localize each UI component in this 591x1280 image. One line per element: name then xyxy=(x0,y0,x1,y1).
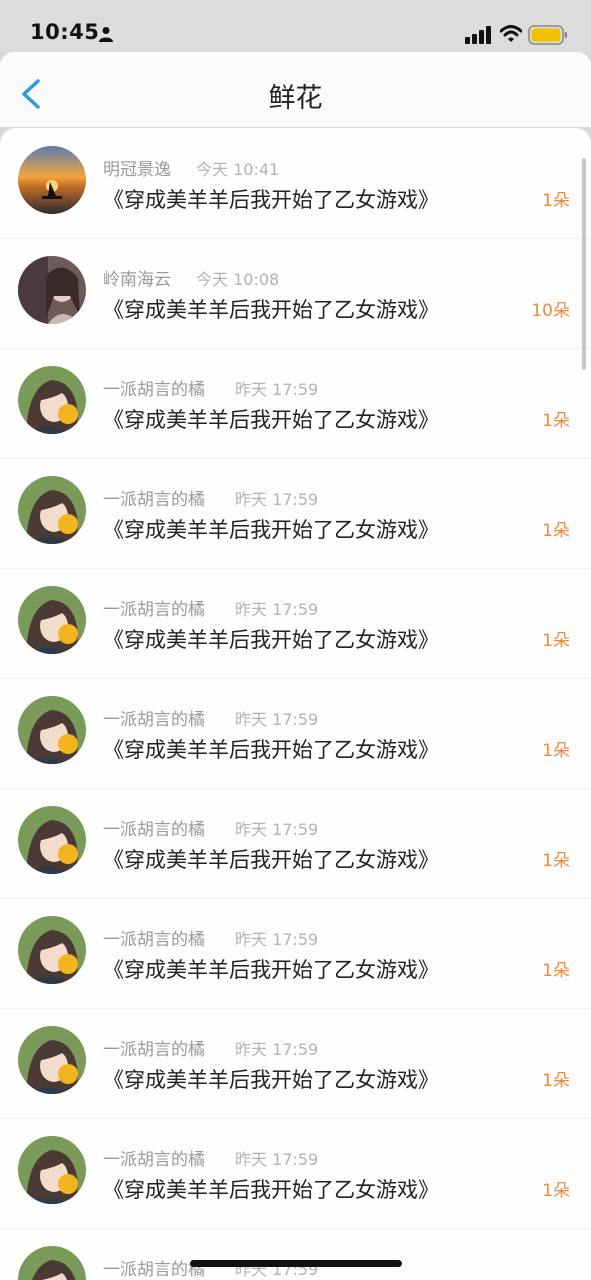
list-item[interactable]: 一派胡言的橘 昨天 17:59 《穿成美羊羊后我开始了乙女游戏》 1朵 xyxy=(0,568,591,679)
avatar[interactable] xyxy=(18,1026,86,1094)
book-title[interactable]: 《穿成美羊羊后我开始了乙女游戏》 xyxy=(103,294,439,324)
user-name[interactable]: 一派胡言的橘 xyxy=(103,1145,205,1170)
book-title[interactable]: 《穿成美羊羊后我开始了乙女游戏》 xyxy=(103,514,439,544)
avatar[interactable] xyxy=(18,1136,86,1204)
list-item[interactable]: 一派胡言的橘 昨天 17:59 《穿成美羊羊后我开始了乙女游戏》 1朵 xyxy=(0,788,591,899)
anime-girl-orange-avatar-icon xyxy=(18,1026,86,1094)
timestamp: 昨天 17:59 xyxy=(235,1150,319,1169)
anime-girl-orange-avatar-icon xyxy=(18,1136,86,1204)
user-name[interactable]: 一派胡言的橘 xyxy=(103,705,205,730)
timestamp: 今天 10:08 xyxy=(196,270,280,289)
timestamp: 昨天 17:59 xyxy=(235,1040,319,1059)
battery-icon xyxy=(528,25,567,45)
book-title[interactable]: 《穿成美羊羊后我开始了乙女游戏》 xyxy=(103,624,439,654)
timestamp: 昨天 17:59 xyxy=(235,710,319,729)
user-name[interactable]: 明冠景逸 xyxy=(103,155,171,180)
scrollbar[interactable] xyxy=(582,158,586,370)
avatar[interactable] xyxy=(18,1246,86,1280)
status-time: 10:45 xyxy=(30,20,100,44)
avatar[interactable] xyxy=(18,696,86,764)
anime-girl-orange-avatar-icon xyxy=(18,366,86,434)
anime-girl-orange-avatar-icon xyxy=(18,1246,86,1280)
list-item[interactable]: 岭南海云 今天 10:08 《穿成美羊羊后我开始了乙女游戏》 10朵 xyxy=(0,238,591,349)
anime-girl-orange-avatar-icon xyxy=(18,806,86,874)
avatar[interactable] xyxy=(18,366,86,434)
timestamp: 昨天 17:59 xyxy=(235,930,319,949)
book-title[interactable]: 《穿成美羊羊后我开始了乙女游戏》 xyxy=(103,1064,439,1094)
list-item[interactable]: 一派胡言的橘 昨天 17:59 《穿成美羊羊后我开始了乙女游戏》 1朵 xyxy=(0,1008,591,1119)
person-icon xyxy=(99,27,113,42)
list-item[interactable]: 一派胡言的橘 昨天 17:59 《穿成美羊羊后我开始了乙女游戏》 1朵 xyxy=(0,898,591,1009)
flower-count: 10朵 xyxy=(531,301,570,321)
flower-list[interactable]: 明冠景逸 今天 10:41 《穿成美羊羊后我开始了乙女游戏》 1朵 岭南海云 今… xyxy=(0,128,591,1280)
portrait-girl-avatar-icon xyxy=(18,256,86,324)
avatar[interactable] xyxy=(18,586,86,654)
timestamp: 昨天 17:59 xyxy=(235,380,319,399)
avatar[interactable] xyxy=(18,916,86,984)
avatar[interactable] xyxy=(18,806,86,874)
flower-count: 1朵 xyxy=(542,631,570,651)
anime-girl-orange-avatar-icon xyxy=(18,476,86,544)
list-item[interactable]: 一派胡言的橘 昨天 17:59 xyxy=(0,1228,591,1280)
list-item[interactable]: 一派胡言的橘 昨天 17:59 《穿成美羊羊后我开始了乙女游戏》 1朵 xyxy=(0,458,591,569)
list-item[interactable]: 一派胡言的橘 昨天 17:59 《穿成美羊羊后我开始了乙女游戏》 1朵 xyxy=(0,348,591,459)
anime-girl-orange-avatar-icon xyxy=(18,586,86,654)
timestamp: 昨天 17:59 xyxy=(235,490,319,509)
avatar[interactable] xyxy=(18,256,86,324)
anime-girl-orange-avatar-icon xyxy=(18,916,86,984)
book-title[interactable]: 《穿成美羊羊后我开始了乙女游戏》 xyxy=(103,954,439,984)
user-name[interactable]: 一派胡言的橘 xyxy=(103,925,205,950)
list-item[interactable]: 一派胡言的橘 昨天 17:59 《穿成美羊羊后我开始了乙女游戏》 1朵 xyxy=(0,1118,591,1229)
signal-icon xyxy=(465,26,491,44)
flower-count: 1朵 xyxy=(542,191,570,211)
list-item[interactable]: 明冠景逸 今天 10:41 《穿成美羊羊后我开始了乙女游戏》 1朵 xyxy=(0,128,591,239)
timestamp: 昨天 17:59 xyxy=(235,820,319,839)
flower-count: 1朵 xyxy=(542,411,570,431)
user-name[interactable]: 一派胡言的橘 xyxy=(103,815,205,840)
user-name[interactable]: 一派胡言的橘 xyxy=(103,485,205,510)
book-title[interactable]: 《穿成美羊羊后我开始了乙女游戏》 xyxy=(103,1174,439,1204)
book-title[interactable]: 《穿成美羊羊后我开始了乙女游戏》 xyxy=(103,734,439,764)
home-indicator[interactable] xyxy=(190,1260,402,1267)
user-name[interactable]: 一派胡言的橘 xyxy=(103,375,205,400)
book-title[interactable]: 《穿成美羊羊后我开始了乙女游戏》 xyxy=(103,184,439,214)
user-name[interactable]: 一派胡言的橘 xyxy=(103,1035,205,1060)
user-name[interactable]: 一派胡言的橘 xyxy=(103,595,205,620)
book-title[interactable]: 《穿成美羊羊后我开始了乙女游戏》 xyxy=(103,844,439,874)
timestamp: 今天 10:41 xyxy=(196,160,280,179)
flower-count: 1朵 xyxy=(542,961,570,981)
book-title[interactable]: 《穿成美羊羊后我开始了乙女游戏》 xyxy=(103,404,439,434)
sunset-boat-avatar-icon xyxy=(18,146,86,214)
user-name[interactable]: 岭南海云 xyxy=(103,265,171,290)
user-name[interactable]: 一派胡言的橘 xyxy=(103,1255,205,1280)
flower-count: 1朵 xyxy=(542,1181,570,1201)
avatar[interactable] xyxy=(18,476,86,544)
status-bar: 10:45 xyxy=(0,0,591,52)
anime-girl-orange-avatar-icon xyxy=(18,696,86,764)
timestamp: 昨天 17:59 xyxy=(235,600,319,619)
page-title: 鲜花 xyxy=(268,83,323,114)
flower-count: 1朵 xyxy=(542,851,570,871)
list-item[interactable]: 一派胡言的橘 昨天 17:59 《穿成美羊羊后我开始了乙女游戏》 1朵 xyxy=(0,678,591,789)
avatar[interactable] xyxy=(18,146,86,214)
flower-count: 1朵 xyxy=(542,521,570,541)
flower-count: 1朵 xyxy=(542,741,570,761)
flower-count: 1朵 xyxy=(542,1071,570,1091)
wifi-icon xyxy=(500,25,522,42)
nav-bar: 鲜花 xyxy=(0,52,591,127)
